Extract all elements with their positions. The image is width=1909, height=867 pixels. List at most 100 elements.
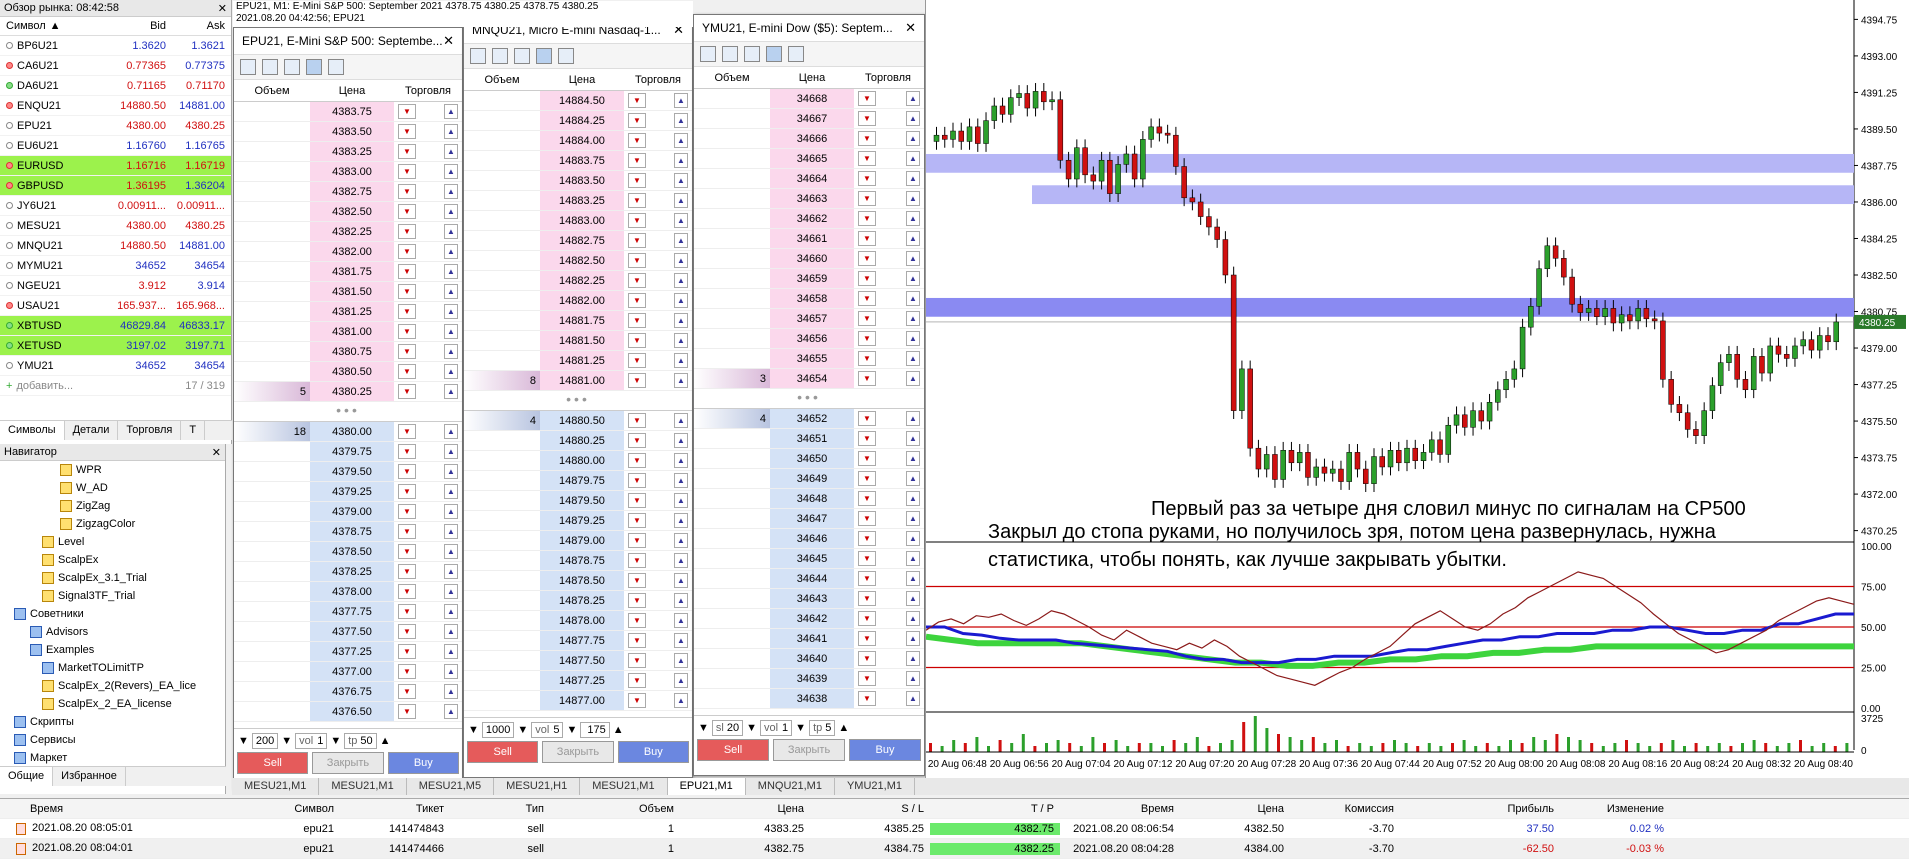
ask-row[interactable]: 34660 ▼ ▲ (694, 249, 924, 269)
bid-row[interactable]: 34641 ▼ ▲ (694, 629, 924, 649)
bid-row[interactable]: 4 14880.50 ▼ ▲ (464, 411, 692, 431)
ask-row[interactable]: 5 4380.25 ▼ ▲ (234, 382, 462, 402)
bid-row[interactable]: 14878.25 ▼ ▲ (464, 591, 692, 611)
bid-row[interactable]: 34642 ▼ ▲ (694, 609, 924, 629)
order-dropdown-icon[interactable]: ▼ (858, 471, 876, 486)
bid-row[interactable]: 34651 ▼ ▲ (694, 429, 924, 449)
order-dropdown-icon[interactable]: ▼ (628, 533, 646, 548)
market-watch-row[interactable]: EURUSD 1.16716 1.16719 (0, 156, 231, 176)
bid-row[interactable]: 18 4380.00 ▼ ▲ (234, 422, 462, 442)
ask-row[interactable]: 14881.75 ▼ ▲ (464, 311, 692, 331)
close-icon[interactable]: ✕ (212, 446, 221, 459)
order-dropdown-icon[interactable]: ▼ (858, 451, 876, 466)
ask-row[interactable]: 4382.50 ▼ ▲ (234, 202, 462, 222)
layout-icon[interactable] (306, 59, 322, 75)
buy-button[interactable]: Buy (387, 752, 459, 774)
ask-row[interactable]: 4381.75 ▼ ▲ (234, 262, 462, 282)
order-up-icon[interactable]: ▲ (674, 93, 688, 108)
order-up-icon[interactable]: ▲ (444, 584, 458, 599)
order-dropdown-icon[interactable]: ▼ (628, 213, 646, 228)
chart-tab[interactable]: MESU21,M1 (232, 778, 320, 795)
market-watch-row[interactable]: MNQU21 14880.50 14881.00 (0, 236, 231, 256)
order-dropdown-icon[interactable]: ▼ (858, 111, 876, 126)
bid-row[interactable]: 34648 ▼ ▲ (694, 489, 924, 509)
order-dropdown-icon[interactable]: ▼ (858, 151, 876, 166)
ask-row[interactable]: 8 14881.00 ▼ ▲ (464, 371, 692, 391)
order-dropdown-icon[interactable]: ▼ (398, 324, 416, 339)
chart-tab[interactable]: MESU21,M1 (319, 778, 407, 795)
ask-row[interactable]: 14882.50 ▼ ▲ (464, 251, 692, 271)
order-up-icon[interactable]: ▲ (444, 324, 458, 339)
close-position-button[interactable]: Закрыть (773, 739, 845, 761)
ask-row[interactable]: 4381.50 ▼ ▲ (234, 282, 462, 302)
order-up-icon[interactable]: ▲ (674, 633, 688, 648)
order-dropdown-icon[interactable]: ▼ (628, 373, 646, 388)
sell-button[interactable]: Sell (237, 752, 309, 774)
order-up-icon[interactable]: ▲ (906, 471, 920, 486)
trades-column[interactable]: Цена (680, 803, 810, 815)
navigator-item[interactable]: Signal3TF_Trial (0, 587, 225, 605)
order-up-icon[interactable]: ▲ (444, 344, 458, 359)
order-dropdown-icon[interactable]: ▼ (628, 613, 646, 628)
order-up-icon[interactable]: ▲ (906, 131, 920, 146)
ask-row[interactable]: 34663 ▼ ▲ (694, 189, 924, 209)
quantity-field[interactable]: 1000 (481, 721, 515, 738)
order-up-icon[interactable]: ▲ (674, 213, 688, 228)
order-dropdown-icon[interactable]: ▼ (858, 351, 876, 366)
ask-row[interactable]: 14883.50 ▼ ▲ (464, 171, 692, 191)
order-dropdown-icon[interactable]: ▼ (398, 184, 416, 199)
price-chart[interactable]: 4394.75 4393.00 4391.25 4389.50 4387.75 4386.… (925, 0, 1909, 780)
tab-symbols[interactable]: Символы (0, 421, 65, 440)
order-up-icon[interactable]: ▲ (444, 544, 458, 559)
order-up-icon[interactable]: ▲ (906, 371, 920, 386)
order-up-icon[interactable]: ▲ (444, 264, 458, 279)
order-up-icon[interactable]: ▲ (906, 511, 920, 526)
order-dropdown-icon[interactable]: ▼ (628, 193, 646, 208)
tab-details[interactable]: Детали (65, 421, 119, 440)
order-dropdown-icon[interactable]: ▼ (858, 211, 876, 226)
down-arrow-icon[interactable]: ▼ (468, 724, 479, 736)
ask-row[interactable]: 34656 ▼ ▲ (694, 329, 924, 349)
order-dropdown-icon[interactable]: ▼ (628, 153, 646, 168)
order-dropdown-icon[interactable]: ▼ (628, 273, 646, 288)
bid-row[interactable]: 14877.75 ▼ ▲ (464, 631, 692, 651)
order-dropdown-icon[interactable]: ▼ (398, 364, 416, 379)
order-up-icon[interactable]: ▲ (906, 611, 920, 626)
buy-button[interactable]: Buy (849, 739, 921, 761)
ask-row[interactable]: 34664 ▼ ▲ (694, 169, 924, 189)
order-up-icon[interactable]: ▲ (674, 273, 688, 288)
filter-icon[interactable] (788, 46, 804, 62)
order-up-icon[interactable]: ▲ (674, 673, 688, 688)
order-dropdown-icon[interactable]: ▼ (628, 593, 646, 608)
order-up-icon[interactable]: ▲ (674, 573, 688, 588)
order-dropdown-icon[interactable]: ▼ (398, 264, 416, 279)
order-up-icon[interactable]: ▲ (444, 604, 458, 619)
order-up-icon[interactable]: ▲ (906, 331, 920, 346)
order-dropdown-icon[interactable]: ▼ (628, 333, 646, 348)
order-up-icon[interactable]: ▲ (444, 284, 458, 299)
order-up-icon[interactable]: ▲ (674, 153, 688, 168)
order-up-icon[interactable]: ▲ (906, 631, 920, 646)
trade-row[interactable]: 2021.08.20 08:04:01 epu21 141474466 sell 1 43… (0, 839, 1909, 859)
ask-row[interactable]: 14883.75 ▼ ▲ (464, 151, 692, 171)
order-up-icon[interactable]: ▲ (444, 684, 458, 699)
close-position-button[interactable]: Закрыть (312, 752, 384, 774)
order-dropdown-icon[interactable]: ▼ (628, 493, 646, 508)
order-up-icon[interactable]: ▲ (674, 473, 688, 488)
order-up-icon[interactable]: ▲ (906, 291, 920, 306)
order-up-icon[interactable]: ▲ (674, 233, 688, 248)
order-dropdown-icon[interactable]: ▼ (398, 424, 416, 439)
market-watch-row[interactable]: GBPUSD 1.36195 1.36204 (0, 176, 231, 196)
navigator-item[interactable]: W_AD (0, 479, 225, 497)
order-dropdown-icon[interactable]: ▼ (858, 171, 876, 186)
down-arrow-icon[interactable]: ▼ (281, 735, 292, 747)
order-up-icon[interactable]: ▲ (674, 333, 688, 348)
order-up-icon[interactable]: ▲ (906, 251, 920, 266)
order-up-icon[interactable]: ▲ (444, 664, 458, 679)
trades-column[interactable]: Цена (1180, 803, 1290, 815)
order-dropdown-icon[interactable]: ▼ (628, 353, 646, 368)
bid-row[interactable]: 4378.25 ▼ ▲ (234, 562, 462, 582)
ask-row[interactable]: 3 34654 ▼ ▲ (694, 369, 924, 389)
order-up-icon[interactable]: ▲ (674, 353, 688, 368)
order-up-icon[interactable]: ▲ (674, 373, 688, 388)
